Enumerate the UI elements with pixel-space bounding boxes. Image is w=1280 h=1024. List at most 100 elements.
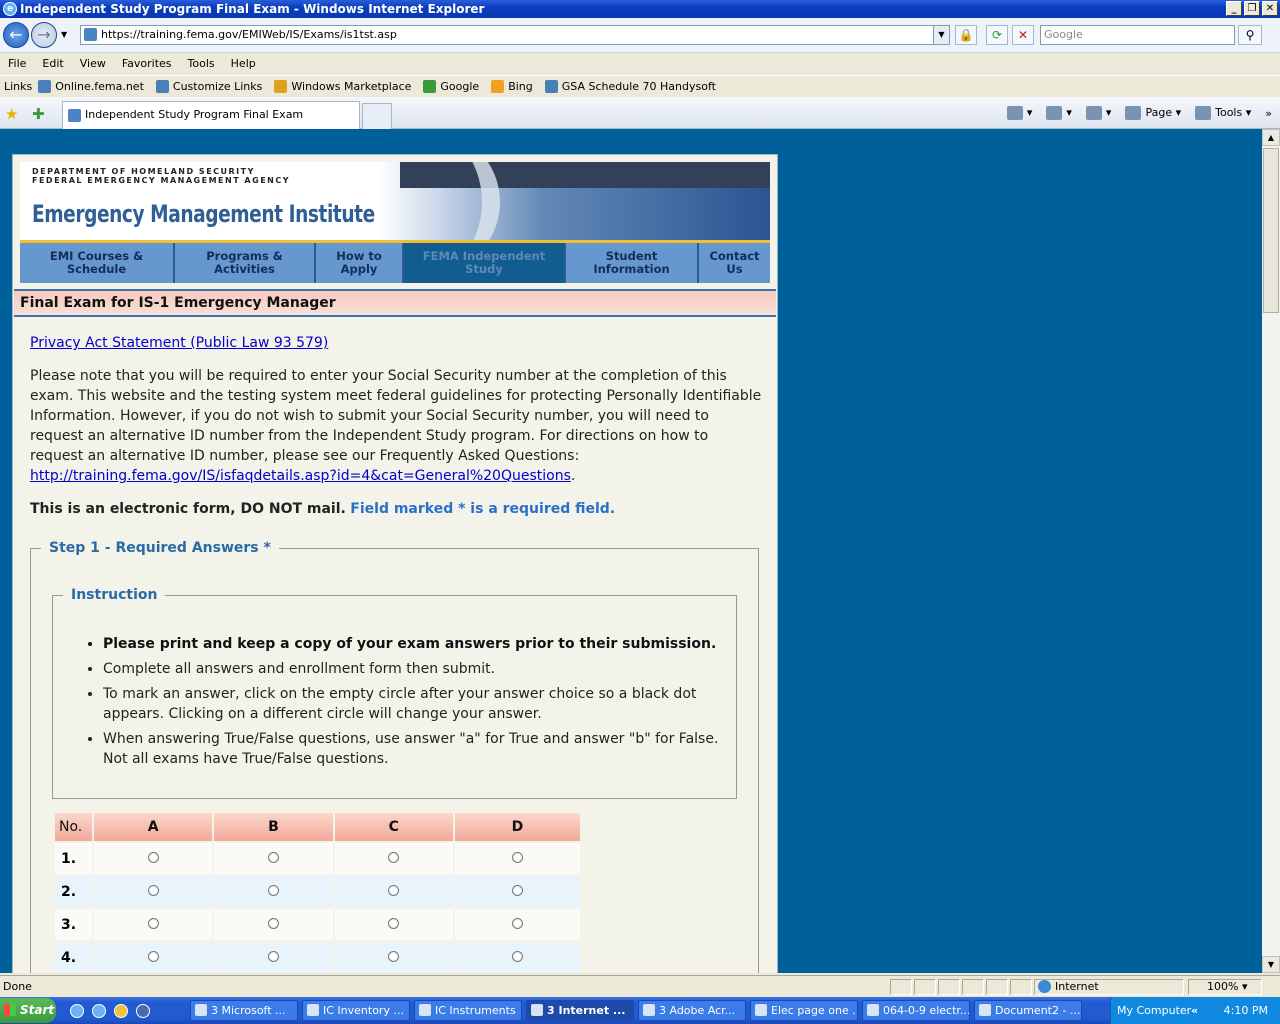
menu-file[interactable]: File [8, 54, 34, 74]
link-bing[interactable]: Bing [491, 79, 533, 93]
status-cell [938, 979, 960, 995]
tray-label[interactable]: My Computer [1117, 997, 1191, 1024]
cell [454, 876, 580, 907]
address-dropdown-icon[interactable]: ▼ [933, 26, 949, 44]
col-b: B [214, 813, 333, 841]
add-favorite-icon[interactable]: ✚ [32, 105, 45, 123]
task-ic-inventory[interactable]: IC Inventory ... [302, 1000, 410, 1021]
instruction-legend: Instruction [63, 587, 166, 603]
nav-emi-courses[interactable]: EMI Courses & Schedule [20, 243, 175, 283]
page-menu[interactable]: Page ▾ [1125, 106, 1181, 120]
menu-tools[interactable]: Tools [188, 54, 223, 74]
scroll-up-icon[interactable]: ▲ [1262, 129, 1280, 146]
answer-radio-2d[interactable] [511, 884, 523, 896]
answer-radio-2b[interactable] [267, 884, 279, 896]
print-button[interactable]: ▾ [1085, 106, 1111, 120]
task-label: 3 Microsoft ... [211, 1004, 286, 1017]
zoom-level: 100% [1207, 980, 1239, 993]
start-button[interactable]: Start [0, 998, 56, 1023]
search-icon[interactable]: ⚲ [1238, 25, 1262, 45]
instruction-item: Please print and keep a copy of your exa… [103, 634, 733, 654]
answer-radio-4b[interactable] [267, 950, 279, 962]
tools-menu[interactable]: Tools ▾ [1195, 106, 1251, 120]
link-marketplace[interactable]: Windows Marketplace [274, 79, 411, 93]
answer-radio-3a[interactable] [147, 917, 159, 929]
minimize-button[interactable]: _ [1226, 1, 1242, 16]
lock-icon[interactable]: 🔒 [955, 25, 977, 45]
task-internet[interactable]: 3 Internet ... [526, 1000, 634, 1021]
task-microsoft[interactable]: 3 Microsoft ... [190, 1000, 298, 1021]
search-input[interactable]: Google [1040, 25, 1235, 45]
answer-radio-1b[interactable] [267, 851, 279, 863]
col-no: No. [55, 813, 92, 841]
answer-table: No. A B C D 1. 2. 3. 4. [53, 811, 582, 973]
nav-programs[interactable]: Programs & Activities [175, 243, 316, 283]
task-064-electr[interactable]: 064-0-9 electr... [862, 1000, 970, 1021]
tab-exam[interactable]: Independent Study Program Final Exam [62, 101, 360, 129]
back-button[interactable]: ← [3, 22, 29, 48]
taskbar: Start 3 Microsoft ... IC Inventory ... I… [0, 997, 1280, 1024]
cell [454, 942, 580, 973]
answer-radio-3b[interactable] [267, 917, 279, 929]
answer-radio-4c[interactable] [388, 950, 400, 962]
scroll-down-icon[interactable]: ▼ [1262, 956, 1280, 973]
zoom-control[interactable]: 100% ▾ [1188, 979, 1262, 995]
nav-contact-us[interactable]: Contact Us [699, 243, 770, 283]
menu-help[interactable]: Help [231, 54, 264, 74]
maximize-button[interactable]: ❐ [1244, 1, 1260, 16]
cell [334, 909, 453, 940]
page-icon [68, 109, 81, 122]
window-title-bar[interactable]: e Independent Study Program Final Exam -… [0, 0, 1280, 18]
ie-quicklaunch-icon[interactable] [70, 1003, 84, 1018]
task-document2[interactable]: Document2 - ... [974, 1000, 1082, 1021]
answer-radio-3d[interactable] [511, 917, 523, 929]
security-zone[interactable]: Internet [1034, 979, 1184, 995]
faq-link[interactable]: http://training.fema.gov/IS/isfaqdetails… [30, 468, 571, 484]
refresh-icon[interactable]: ⟳ [986, 25, 1008, 45]
link-customize[interactable]: Customize Links [155, 79, 262, 93]
stop-icon[interactable]: ✕ [1012, 25, 1034, 45]
instruction-item: When answering True/False questions, use… [103, 729, 733, 769]
address-toolbar: ← → ▼ https://training.fema.gov/EMIWeb/I… [0, 18, 1280, 53]
messenger-quicklaunch-icon[interactable] [114, 1003, 128, 1018]
link-gsa[interactable]: GSA Schedule 70 Handysoft [544, 79, 716, 93]
close-button[interactable]: ✕ [1262, 1, 1278, 16]
scroll-thumb[interactable] [1263, 148, 1279, 313]
answer-radio-2a[interactable] [147, 884, 159, 896]
answer-radio-4a[interactable] [147, 950, 159, 962]
task-elec-page[interactable]: Elec page one ... [750, 1000, 858, 1021]
home-button[interactable]: ▾ [1006, 106, 1032, 120]
nav-line: How to [336, 249, 382, 263]
new-tab-button[interactable] [362, 103, 392, 129]
privacy-act-link[interactable]: Privacy Act Statement (Public Law 93 579… [30, 335, 328, 351]
answer-radio-2c[interactable] [388, 884, 400, 896]
link-google[interactable]: Google [423, 79, 479, 93]
history-dropdown-icon[interactable]: ▼ [61, 30, 67, 39]
tray-chevron-icon[interactable]: « [1191, 997, 1198, 1024]
link-online-fema[interactable]: Online.fema.net [38, 79, 144, 93]
answer-radio-1a[interactable] [147, 851, 159, 863]
cell [334, 942, 453, 973]
menu-view[interactable]: View [80, 54, 114, 74]
media-player-quicklaunch-icon[interactable] [136, 1003, 150, 1018]
feeds-button[interactable]: ▾ [1046, 106, 1072, 120]
task-ic-instruments[interactable]: IC Instruments [414, 1000, 522, 1021]
chevron-more-icon[interactable]: » [1265, 107, 1272, 120]
answer-radio-3c[interactable] [388, 917, 400, 929]
outlook-quicklaunch-icon[interactable] [92, 1003, 106, 1018]
nav-how-to-apply[interactable]: How to Apply [316, 243, 404, 283]
nav-student-information[interactable]: Student Information [566, 243, 699, 283]
nav-line: Study [465, 262, 503, 276]
nav-fema-independent-study[interactable]: FEMA Independent Study [404, 243, 566, 283]
favorites-star-icon[interactable]: ★ [5, 105, 18, 123]
vertical-scrollbar[interactable]: ▲ ▼ [1262, 129, 1280, 973]
answer-radio-4d[interactable] [511, 950, 523, 962]
address-input[interactable]: https://training.fema.gov/EMIWeb/IS/Exam… [80, 25, 950, 45]
answer-radio-1d[interactable] [511, 851, 523, 863]
forward-button[interactable]: → [31, 22, 57, 48]
menu-edit[interactable]: Edit [42, 54, 71, 74]
answer-radio-1c[interactable] [388, 851, 400, 863]
task-adobe[interactable]: 3 Adobe Acr... [638, 1000, 746, 1021]
menu-favorites[interactable]: Favorites [122, 54, 180, 74]
status-cell [962, 979, 984, 995]
